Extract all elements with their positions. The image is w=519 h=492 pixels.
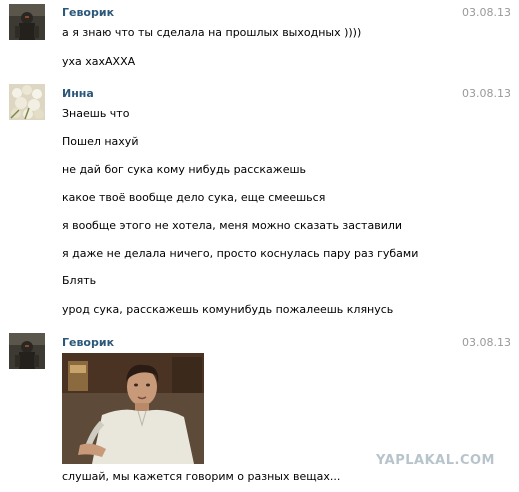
message-text: я вообще этого не хотела, меня можно ска…	[62, 219, 403, 232]
message-date[interactable]: 03.08.13	[462, 336, 511, 349]
avatar-gevorik[interactable]	[9, 333, 45, 369]
message-text: Блять	[62, 274, 97, 287]
author-name[interactable]: Геворик	[62, 6, 114, 19]
message-text: я даже не делала ничего, просто коснулас…	[62, 247, 419, 260]
avatar-image	[9, 333, 45, 369]
avatar-inna[interactable]	[9, 84, 45, 120]
message-text: Знаешь что	[62, 107, 130, 120]
message-text: урод сука, расскажешь комунибудь пожалее…	[62, 303, 394, 316]
message-text: Пошел нахуй	[62, 135, 139, 148]
message-date[interactable]: 03.08.13	[462, 6, 511, 19]
author-name[interactable]: Инна	[62, 87, 94, 100]
message-text: какое твоё вообще дело сука, еще смеешьс…	[62, 191, 326, 204]
message-text: не дай бог сука кому нибудь расскажешь	[62, 163, 307, 176]
watermark: YAPLAKAL.COM	[376, 453, 495, 468]
message-date[interactable]: 03.08.13	[462, 87, 511, 100]
message-text: уха хахАХХА	[62, 55, 136, 68]
message-text: а я знаю что ты сделала на прошлых выход…	[62, 26, 362, 39]
photo-image	[62, 353, 204, 464]
author-name[interactable]: Геворик	[62, 336, 114, 349]
attached-photo[interactable]	[62, 353, 204, 464]
avatar-image	[9, 4, 45, 40]
avatar-gevorik[interactable]	[9, 4, 45, 40]
avatar-image	[9, 84, 45, 120]
message-text: слушай, мы кажется говорим о разных веща…	[62, 470, 341, 483]
